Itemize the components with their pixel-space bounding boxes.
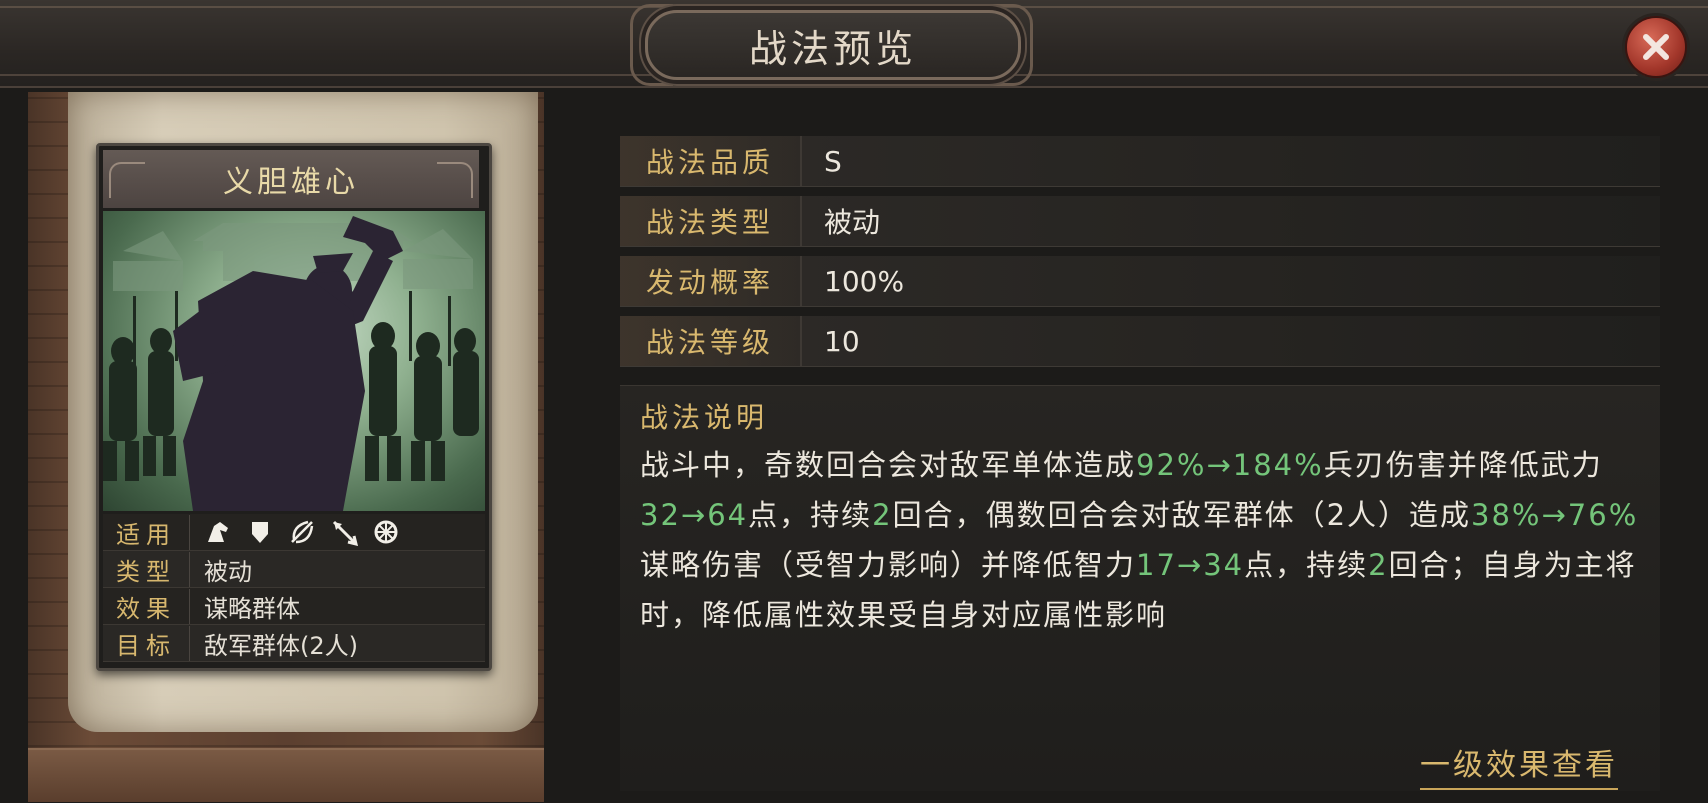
skill-card: 义胆雄心 适用 类型 被动 效果 谋略群体 目标 敌军群体(2人) xyxy=(96,143,492,671)
top-trim xyxy=(0,6,1708,8)
skill-artwork xyxy=(103,211,485,511)
info-label: 目标 xyxy=(103,625,190,661)
description-segment: 战斗中，奇数回合会对敌军单体造成 xyxy=(640,448,1137,482)
scroll-roller xyxy=(28,748,544,802)
description-highlight-value: 32→64 xyxy=(640,498,749,532)
info-value: 谋略群体 xyxy=(204,594,300,623)
card-title-ornament-left xyxy=(109,162,145,198)
attr-value: 100% xyxy=(824,264,905,298)
description-highlight-value: 2 xyxy=(872,498,893,532)
attr-row-quality: 战法品质 S xyxy=(620,136,1660,187)
window-title-plate: 战法预览 xyxy=(645,10,1021,80)
attr-row-level: 战法等级 10 xyxy=(620,316,1660,367)
attr-label: 发动概率 xyxy=(620,256,802,306)
troop-type-icons xyxy=(190,518,400,546)
info-value: 被动 xyxy=(204,557,252,586)
archer-icon xyxy=(291,520,314,544)
info-row-suitable: 适用 xyxy=(103,514,485,551)
attr-row-type: 战法类型 被动 xyxy=(620,196,1660,247)
description-segment: 谋略伤害（受智力影响）并降低智力 xyxy=(640,548,1137,582)
description-panel: 战法说明 战斗中，奇数回合会对敌军单体造成92%→184%兵刃伤害并降低武力 32… xyxy=(620,385,1660,791)
attr-label: 战法等级 xyxy=(620,316,802,366)
description-highlight-value: 92%→184% xyxy=(1136,448,1324,482)
cavalry-icon xyxy=(208,522,228,542)
skill-name: 义胆雄心 xyxy=(223,165,359,200)
shield-icon xyxy=(252,522,268,543)
info-row-target: 目标 敌军群体(2人) xyxy=(103,625,485,662)
attr-value: 10 xyxy=(824,324,860,358)
window-title: 战法预览 xyxy=(748,26,917,71)
info-row-type: 类型 被动 xyxy=(103,551,485,588)
close-icon xyxy=(1643,34,1669,60)
level-one-effect-link[interactable]: 一级效果查看 xyxy=(1420,740,1618,790)
description-highlight-value: 38%→76% xyxy=(1471,498,1639,532)
description-highlight-value: 17→34 xyxy=(1136,548,1245,582)
close-button[interactable] xyxy=(1625,16,1687,78)
attr-label: 战法品质 xyxy=(620,136,802,186)
description-segment: 兵刃伤害并降低武力 xyxy=(1323,448,1603,482)
description-segment: 点，持续 xyxy=(1244,548,1369,582)
description-text: 战斗中，奇数回合会对敌军单体造成92%→184%兵刃伤害并降低武力32→64点，… xyxy=(640,440,1650,640)
card-info-table: 适用 类型 被动 效果 谋略群体 目标 敌军群体(2人) xyxy=(103,514,485,662)
info-label: 效果 xyxy=(103,588,190,624)
spear-icon xyxy=(332,520,358,546)
info-label: 类型 xyxy=(103,551,190,587)
attr-value: S xyxy=(824,144,842,178)
info-label: 适用 xyxy=(103,514,190,550)
description-title: 战法说明 xyxy=(640,401,769,434)
card-title-ornament-right xyxy=(437,162,473,198)
attr-row-probability: 发动概率 100% xyxy=(620,256,1660,307)
description-segment: 点，持续 xyxy=(748,498,873,532)
info-value: 敌军群体(2人) xyxy=(204,631,358,660)
description-segment: 回合，偶数回合会对敌军群体（2人）造成 xyxy=(892,498,1472,532)
card-title-bar: 义胆雄心 xyxy=(103,150,479,208)
info-row-effect: 效果 谋略群体 xyxy=(103,588,485,625)
attr-label: 战法类型 xyxy=(620,196,802,246)
attr-value: 被动 xyxy=(824,206,881,239)
description-highlight-value: 2 xyxy=(1368,548,1389,582)
siege-icon xyxy=(374,520,398,544)
